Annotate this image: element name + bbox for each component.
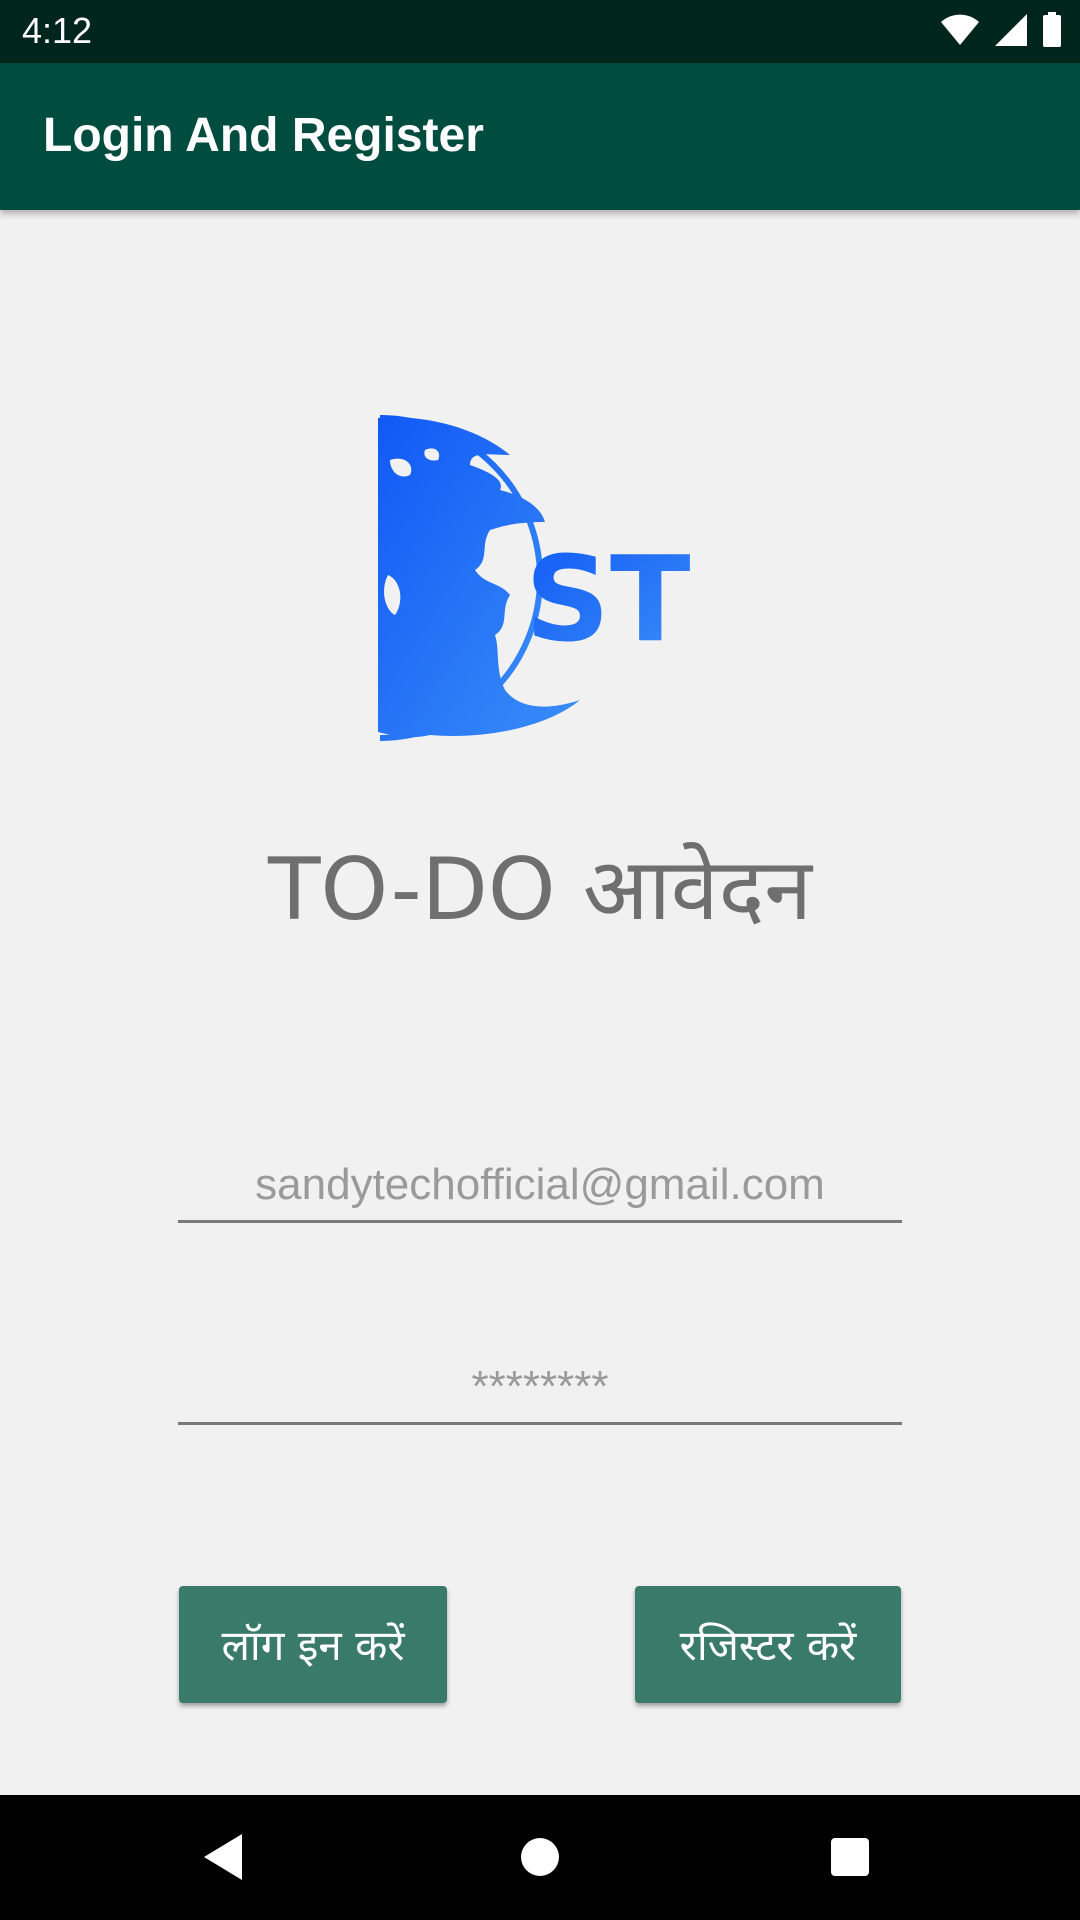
wifi-icon: [940, 14, 980, 50]
register-button[interactable]: रजिस्टर करें: [635, 1586, 901, 1703]
app-title: Login And Register: [43, 109, 484, 162]
email-field[interactable]: [178, 1150, 902, 1223]
st-logo: ST: [370, 410, 710, 750]
email-input[interactable]: [178, 1150, 902, 1220]
status-bar: 4:12: [0, 0, 1080, 63]
recents-icon[interactable]: [818, 1825, 882, 1889]
login-button[interactable]: लॉग इन करें: [179, 1586, 447, 1703]
home-icon[interactable]: [508, 1825, 572, 1889]
cell-signal-icon: [994, 13, 1028, 51]
password-input[interactable]: [178, 1352, 902, 1422]
app-bar: Login And Register: [0, 63, 1080, 210]
page-title: TO-DO आवेदन: [267, 840, 812, 940]
back-icon[interactable]: [192, 1825, 256, 1889]
logo-letters: ST: [525, 530, 690, 668]
status-time: 4:12: [22, 10, 93, 51]
battery-icon: [1042, 12, 1062, 52]
navigation-bar: [0, 1795, 1080, 1920]
password-field[interactable]: [178, 1352, 902, 1425]
status-icons: [940, 12, 1062, 52]
